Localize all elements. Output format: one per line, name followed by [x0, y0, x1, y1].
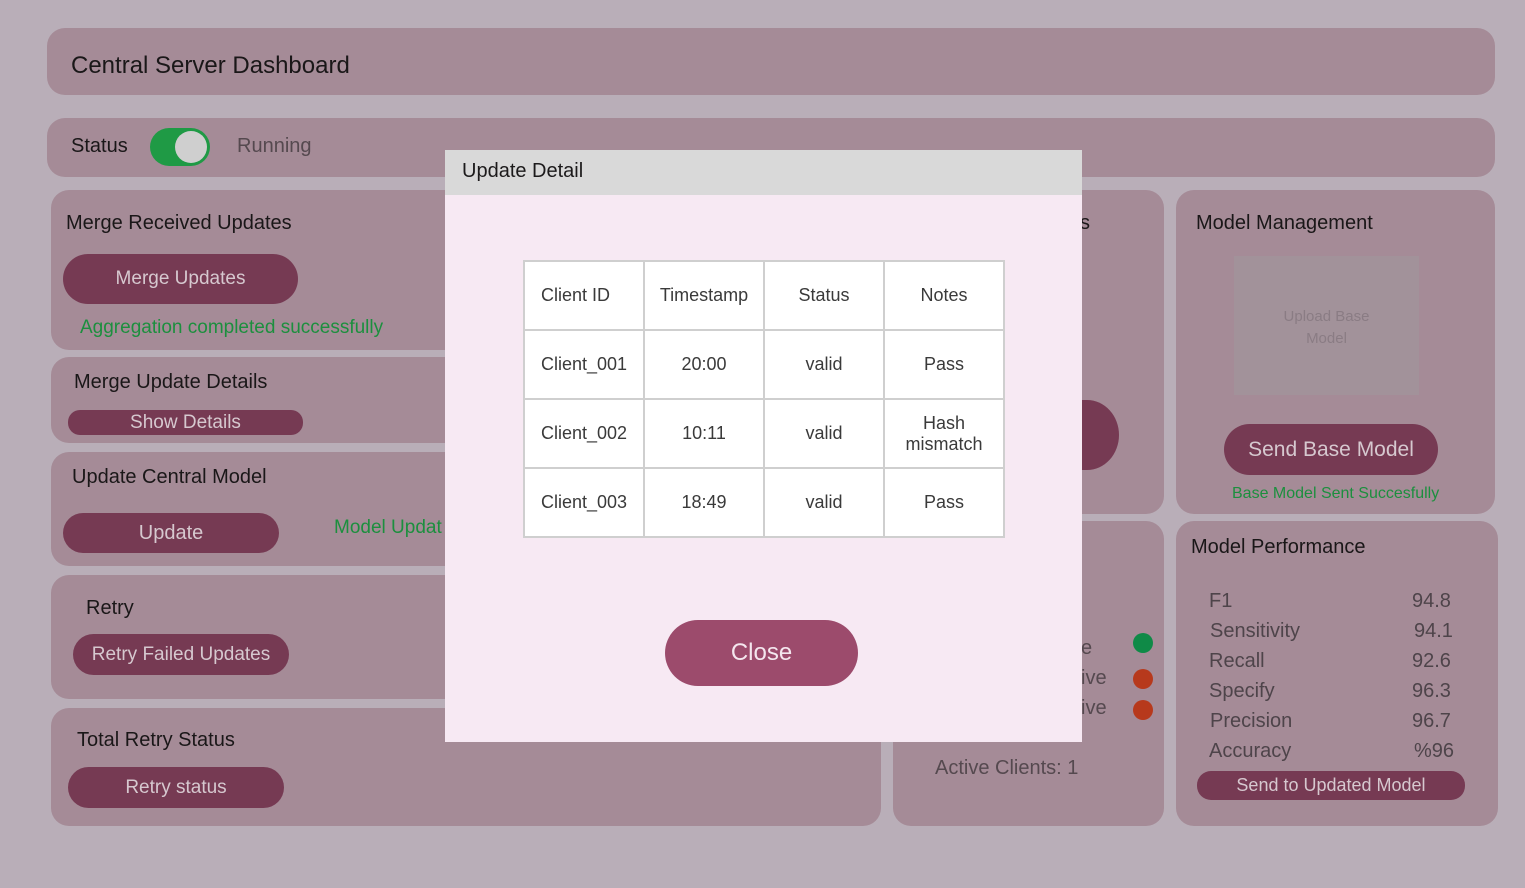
column-header: Status [763, 260, 885, 331]
model-management-title: Model Management [1196, 212, 1373, 234]
column-header: Timestamp [643, 260, 765, 331]
table-header-row: Client ID Timestamp Status Notes [523, 260, 1005, 331]
cell-notes: Pass [883, 467, 1005, 538]
metric-name: Accuracy [1209, 740, 1292, 762]
metric-name: Recall [1209, 650, 1265, 672]
cell-client-id: Client_003 [523, 467, 645, 538]
update-detail-modal: Update Detail Client ID Timestamp Status… [445, 150, 1082, 742]
client-label: e [1081, 637, 1093, 659]
performance-title: Model Performance [1191, 536, 1366, 558]
merge-message: Aggregation completed successfully [80, 317, 384, 338]
column-header: Client ID [523, 260, 645, 331]
merge-title: Merge Received Updates [66, 212, 292, 234]
cell-client-id: Client_002 [523, 398, 645, 469]
cell-client-id: Client_001 [523, 329, 645, 400]
client-status-dot [1133, 700, 1153, 720]
cell-timestamp: 18:49 [643, 467, 765, 538]
base-model-message: Base Model Sent Succesfully [1232, 485, 1440, 502]
status-state: Running [237, 135, 312, 157]
active-clients: Active Clients: 1 [935, 757, 1079, 779]
column-header: Notes [883, 260, 1005, 331]
retry-title: Retry [86, 597, 134, 619]
metric-name: Precision [1210, 710, 1293, 732]
retry-status-button[interactable]: Retry status [68, 767, 284, 808]
metric-name: F1 [1209, 590, 1233, 612]
show-details-button[interactable]: Show Details [68, 410, 303, 435]
update-central-title: Update Central Model [72, 466, 267, 488]
cell-timestamp: 10:11 [643, 398, 765, 469]
table-row: Client_001 20:00 valid Pass [523, 329, 1005, 400]
client-status-dot [1133, 633, 1153, 653]
upload-base-model[interactable]: Upload Base Model [1234, 256, 1419, 395]
client-label: ive [1081, 667, 1107, 689]
modal-title: Update Detail [445, 150, 1082, 195]
close-button[interactable]: Close [665, 620, 858, 686]
metric-value: 96.3 [1412, 680, 1451, 702]
retry-failed-button[interactable]: Retry Failed Updates [73, 634, 289, 675]
cell-notes: Pass [883, 329, 1005, 400]
metric-name: Sensitivity [1210, 620, 1301, 642]
metric-value: 92.6 [1412, 650, 1451, 672]
send-base-model-button[interactable]: Send Base Model [1224, 424, 1438, 475]
update-message: Model Updat [334, 517, 442, 538]
cell-status: valid [763, 329, 885, 400]
table-row: Client_003 18:49 valid Pass [523, 467, 1005, 538]
client-label: ive [1081, 697, 1107, 719]
metric-value: 96.7 [1412, 710, 1451, 732]
total-retry-title: Total Retry Status [77, 729, 235, 751]
status-label: Status [71, 135, 128, 157]
update-detail-table: Client ID Timestamp Status Notes Client_… [523, 260, 1005, 538]
metric-name: Specify [1209, 680, 1275, 702]
cell-notes: Hash mismatch [883, 398, 1005, 469]
metric-value: 94.8 [1412, 590, 1451, 612]
merge-updates-button[interactable]: Merge Updates [63, 254, 298, 304]
cell-timestamp: 20:00 [643, 329, 765, 400]
metric-value: %96 [1414, 740, 1455, 762]
send-updated-model-button[interactable]: Send to Updated Model [1197, 771, 1465, 800]
table-row: Client_002 10:11 valid Hash mismatch [523, 398, 1005, 469]
cell-status: valid [763, 467, 885, 538]
metric-value: 94.1 [1414, 620, 1453, 642]
cell-status: valid [763, 398, 885, 469]
page-title: Central Server Dashboard [71, 52, 350, 79]
client-status-dot [1133, 669, 1153, 689]
merge-details-title: Merge Update Details [74, 371, 268, 393]
status-toggle[interactable] [150, 128, 210, 166]
update-button[interactable]: Update [63, 513, 279, 553]
